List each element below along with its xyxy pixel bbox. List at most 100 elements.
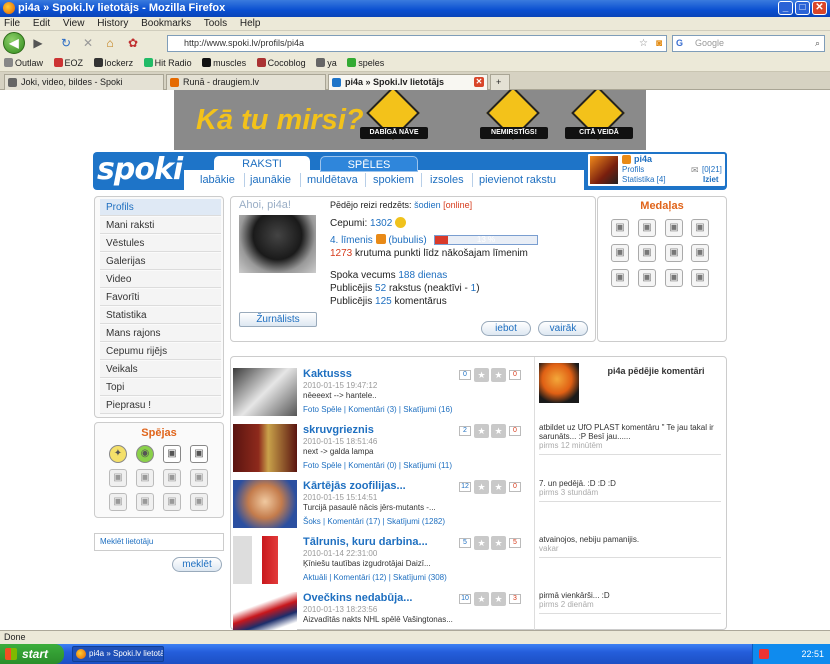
sidebar-item-vestules[interactable]: Vēstules: [100, 235, 221, 252]
article-thumbnail[interactable]: [233, 536, 297, 584]
comment-item[interactable]: atbildet uz UfO PLAST komentāru " Te jau…: [539, 423, 721, 455]
maximize-button[interactable]: □: [795, 1, 810, 15]
comment-item[interactable]: atvainojos, nebiju pamanijis. vakar: [539, 535, 721, 558]
close-window-button[interactable]: ✕: [812, 1, 827, 15]
more-button[interactable]: vairāk: [538, 321, 588, 336]
journalist-badge[interactable]: Žurnālists: [239, 312, 317, 327]
vote-star-icon[interactable]: ★: [491, 424, 506, 438]
bookmark-outlaw[interactable]: Outlaw: [4, 58, 43, 68]
like-button[interactable]: iebot: [481, 321, 531, 336]
vote-star-icon[interactable]: ★: [491, 592, 506, 606]
bookmark-hit-radio[interactable]: Hit Radio: [143, 58, 192, 68]
article-title[interactable]: Tālrunis, kuru darbina...: [303, 536, 428, 548]
sidebar-item-cepumu-rijejs[interactable]: Cepumu rijējs: [100, 343, 221, 360]
vote-star-icon[interactable]: ★: [491, 480, 506, 494]
logout-link[interactable]: Iziet: [703, 175, 719, 184]
sidebar-item-mans-rajons[interactable]: Mans rajons: [100, 325, 221, 342]
search-bar[interactable]: G Google ⌕: [672, 35, 825, 52]
tab-profile-active[interactable]: pi4a » Spoki.lv lietotājs ✕: [328, 74, 488, 91]
back-arrow-icon[interactable]: ◀: [3, 32, 25, 54]
user-name[interactable]: pi4a: [634, 154, 652, 164]
article-title[interactable]: Ovečkins nedabūja...: [303, 592, 412, 604]
comment-item[interactable]: pirmā vienkārši... :D pirms 2 dienām: [539, 591, 721, 614]
bookmark-star-icon[interactable]: ☆: [639, 36, 648, 51]
nav-spokiem[interactable]: spokiem: [373, 172, 414, 188]
menu-view[interactable]: View: [63, 18, 85, 29]
vote-star-icon[interactable]: ★: [491, 368, 506, 382]
ad-banner[interactable]: Kā tu mirsi? DABĪGĀ NĀVE NEMIRSTĪGS! CIT…: [174, 90, 646, 150]
bookmark-eoz[interactable]: EOZ: [53, 58, 83, 68]
vote-star-icon[interactable]: ★: [474, 480, 489, 494]
search-icon[interactable]: ⌕: [815, 36, 820, 51]
menu-history[interactable]: History: [97, 18, 128, 29]
article-thumbnail[interactable]: [233, 424, 297, 472]
sidebar-item-profils[interactable]: Profils: [100, 199, 221, 216]
stop-icon[interactable]: ✕: [78, 33, 98, 53]
menu-help[interactable]: Help: [240, 18, 261, 29]
sidebar-item-mani-raksti[interactable]: Mani raksti: [100, 217, 221, 234]
profile-photo[interactable]: [239, 215, 316, 273]
envelope-icon[interactable]: ✉: [691, 165, 699, 176]
sidebar-item-topi[interactable]: Topi: [100, 379, 221, 396]
tab-spoki-home[interactable]: Joki, video, bildes - Spoki: [4, 74, 164, 90]
home-icon[interactable]: ⌂: [100, 33, 120, 53]
site-logo[interactable]: spoki: [97, 152, 183, 188]
article-thumbnail[interactable]: [233, 592, 297, 630]
tab-speles[interactable]: SPĒLES: [320, 156, 418, 172]
url-bar[interactable]: http://www.spoki.lv/profils/pi4a ◙ ☆: [167, 35, 667, 52]
vote-star-icon[interactable]: ★: [474, 424, 489, 438]
start-button[interactable]: start: [0, 644, 64, 664]
bookmark-muscles[interactable]: muscles: [202, 58, 246, 68]
comment-item[interactable]: 7. un pedējā. :D :D :D pirms 3 stundām: [539, 479, 721, 502]
menu-file[interactable]: File: [4, 18, 20, 29]
vote-star-icon[interactable]: ★: [474, 592, 489, 606]
article-title[interactable]: Kārtējās zoofilijas...: [303, 480, 406, 492]
sidebar-item-pieprasu[interactable]: Pieprasu !: [100, 397, 221, 414]
article-title[interactable]: skruvgrieznis: [303, 424, 374, 436]
bookmark-cocoblog[interactable]: Cocoblog: [256, 58, 306, 68]
sidebar-item-video[interactable]: Video: [100, 271, 221, 288]
tab-draugiem[interactable]: Runā - draugiem.lv: [166, 74, 326, 90]
taskbar-firefox-item[interactable]: pi4a » Spoki.lv lietotā...: [72, 646, 164, 662]
tab-raksti[interactable]: RAKSTI: [214, 156, 310, 172]
forward-arrow-icon[interactable]: ▶: [28, 33, 48, 53]
new-tab-button[interactable]: +: [490, 74, 510, 90]
banner-sign-natural[interactable]: DABĪGĀ NĀVE: [360, 90, 428, 146]
menu-tools[interactable]: Tools: [204, 18, 227, 29]
ability-bulb-icon[interactable]: ✦: [109, 445, 127, 463]
bookmark-ya[interactable]: ya: [316, 58, 337, 68]
sidebar-item-favoriti[interactable]: Favorīti: [100, 289, 221, 306]
banner-sign-other[interactable]: CITĀ VEIDĀ: [565, 90, 633, 146]
ability-shield-icon[interactable]: ◉: [136, 445, 154, 463]
reload-icon[interactable]: ↻: [56, 33, 76, 53]
close-tab-icon[interactable]: ✕: [474, 77, 484, 87]
sidebar-item-statistika[interactable]: Statistika: [100, 307, 221, 324]
vote-star-icon[interactable]: ★: [474, 368, 489, 382]
menu-edit[interactable]: Edit: [33, 18, 50, 29]
minimize-button[interactable]: _: [778, 1, 793, 15]
article-thumbnail[interactable]: [233, 368, 297, 416]
nav-jaunakie[interactable]: jaunākie: [250, 172, 291, 188]
sidebar-item-galerijas[interactable]: Galerijas: [100, 253, 221, 270]
nav-izsoles[interactable]: izsoles: [430, 172, 464, 188]
user-profile-link[interactable]: Profils: [622, 165, 644, 174]
sidebar-item-veikals[interactable]: Veikals: [100, 361, 221, 378]
commenter-avatar[interactable]: [539, 363, 579, 403]
bookmark-lockerz[interactable]: lockerz: [93, 58, 133, 68]
vote-star-icon[interactable]: ★: [474, 536, 489, 550]
user-stats-link[interactable]: Statistika [4]: [622, 175, 666, 184]
article-title[interactable]: Kaktusss: [303, 368, 352, 380]
messages-count[interactable]: [0|21]: [702, 165, 722, 174]
nav-muldetava[interactable]: muldētava: [307, 172, 358, 188]
user-avatar[interactable]: [590, 156, 618, 184]
banner-sign-immortal[interactable]: NEMIRSTĪGS!: [480, 90, 548, 146]
addon-icon[interactable]: ✿: [123, 33, 143, 53]
nav-labakie[interactable]: labākie: [200, 172, 235, 188]
bookmark-speles[interactable]: speles: [347, 58, 384, 68]
nav-pievienot-rakstu[interactable]: pievienot rakstu: [479, 172, 556, 188]
tray-icon[interactable]: [759, 649, 769, 659]
search-user-button[interactable]: meklēt: [172, 557, 222, 572]
menu-bookmarks[interactable]: Bookmarks: [141, 18, 191, 29]
rss-icon[interactable]: ◙: [656, 36, 662, 51]
article-thumbnail[interactable]: [233, 480, 297, 528]
